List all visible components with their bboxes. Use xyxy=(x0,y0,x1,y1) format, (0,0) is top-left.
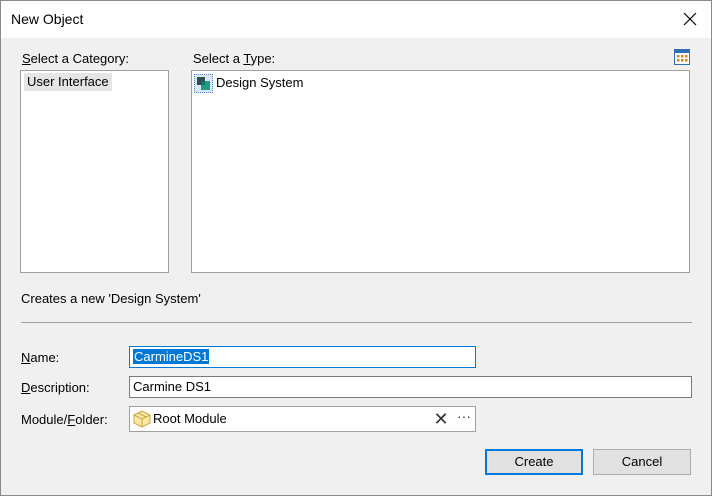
separator xyxy=(21,322,692,323)
more-options-icon[interactable]: ··· xyxy=(455,408,473,426)
close-button[interactable] xyxy=(675,5,705,33)
name-field[interactable]: CarmineDS1 xyxy=(129,346,476,368)
close-icon xyxy=(683,12,697,26)
create-button[interactable]: Create xyxy=(485,449,583,475)
new-object-dialog: New Object Select a Category: Select a T… xyxy=(0,0,712,496)
type-label: Select a Type: xyxy=(193,51,276,66)
design-system-icon xyxy=(194,73,213,93)
name-label: Name: xyxy=(21,350,60,365)
type-item-label: Design System xyxy=(216,75,304,90)
type-item-design-system[interactable]: Design System xyxy=(194,73,306,93)
module-box-icon xyxy=(133,410,151,428)
description-field[interactable]: Carmine DS1 xyxy=(129,376,692,398)
module-folder-value: Root Module xyxy=(153,411,227,426)
grid-view-button[interactable] xyxy=(673,48,691,66)
category-list[interactable]: User Interface xyxy=(20,70,169,273)
module-folder-label: Module/Folder: xyxy=(21,412,108,427)
clear-icon[interactable]: ✕ xyxy=(432,410,450,428)
category-label: Select a Category: xyxy=(22,51,129,66)
type-description: Creates a new 'Design System' xyxy=(21,291,201,306)
cancel-button[interactable]: Cancel xyxy=(593,449,691,475)
category-item-user-interface[interactable]: User Interface xyxy=(24,73,112,91)
dialog-title: New Object xyxy=(11,11,84,27)
description-label: Description: xyxy=(21,380,90,395)
name-field-value: CarmineDS1 xyxy=(133,349,210,364)
module-folder-picker[interactable]: Root Module ✕ ··· xyxy=(129,406,476,432)
type-list[interactable]: Design System xyxy=(191,70,690,273)
grid-view-icon xyxy=(674,49,690,65)
title-bar: New Object xyxy=(1,1,711,38)
